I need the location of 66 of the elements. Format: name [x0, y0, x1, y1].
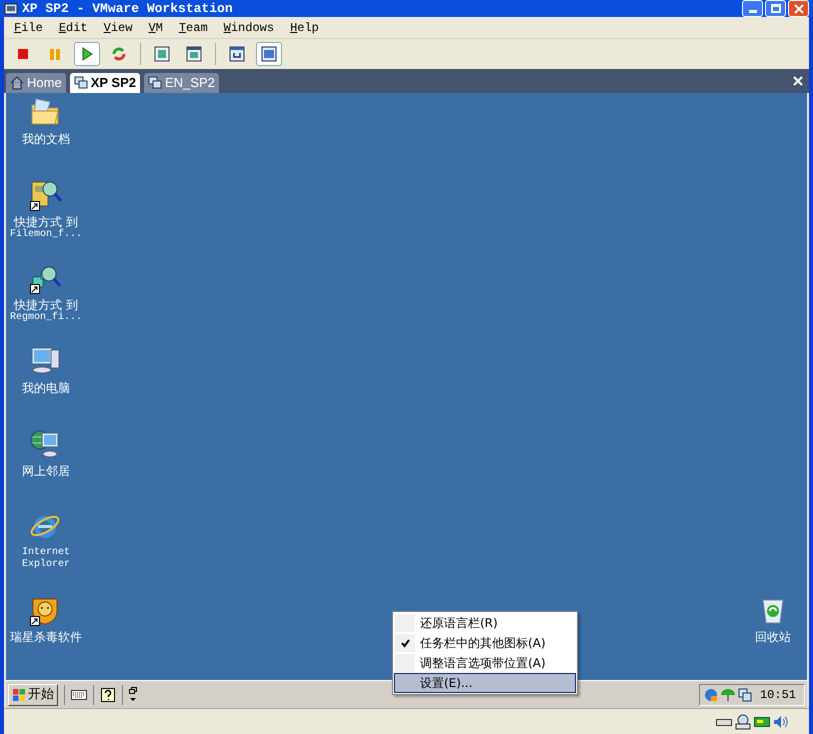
icon-label: 瑞星杀毒软件	[10, 630, 82, 644]
console-icon	[261, 46, 277, 62]
icon-label: 我的电脑	[22, 381, 70, 395]
menu-item[interactable]: 设置(E)...	[394, 673, 576, 693]
tray-icon[interactable]	[738, 688, 752, 702]
window-icon	[186, 46, 202, 62]
desktop-icon[interactable]: 我的电脑	[6, 344, 86, 427]
stop-icon	[15, 46, 31, 62]
window-title: XP SP2 - VMware Workstation	[22, 2, 233, 15]
minimize-button[interactable]	[742, 0, 763, 17]
menu-item[interactable]: 还原语言栏(R)	[394, 613, 576, 633]
cd-drive-icon	[735, 714, 751, 730]
menu-item[interactable]: 任务栏中的其他图标(A)	[394, 633, 576, 653]
close-icon	[794, 4, 804, 14]
icon-label: 快捷方式 到	[14, 215, 78, 229]
tab[interactable]: EN_SP2	[144, 73, 219, 93]
menu-item[interactable]: Help	[290, 18, 319, 36]
close-icon	[793, 76, 803, 86]
recycle-bin[interactable]: 回收站	[755, 595, 791, 646]
menu-item[interactable]: View	[104, 18, 132, 36]
menu-item[interactable]: VM	[148, 18, 163, 36]
maximize-button[interactable]	[765, 0, 786, 17]
desktop-icon[interactable]: 瑞星杀毒软件	[6, 593, 86, 676]
play-button[interactable]	[74, 42, 100, 66]
desktop-icon[interactable]: 我的文档	[6, 95, 86, 178]
tab[interactable]: Home	[6, 73, 66, 93]
console-button[interactable]	[256, 42, 282, 66]
umbrella-icon	[720, 688, 736, 702]
desktop-icon[interactable]: 快捷方式 到 Regmon_fi...	[6, 261, 86, 344]
network-card-icon	[754, 716, 770, 728]
menu-item[interactable]: File	[14, 18, 43, 36]
menu-item[interactable]: Edit	[58, 18, 88, 36]
vm-icon	[74, 76, 88, 90]
vm-icon	[148, 76, 162, 90]
icon-label: 快捷方式 到	[14, 298, 78, 312]
icon-label: Internet	[22, 547, 70, 558]
start-button[interactable]: 开始	[8, 684, 58, 706]
keyboard-icon	[71, 690, 87, 700]
clock: 10:51	[760, 686, 796, 704]
icon-label: Filemon_f...	[10, 229, 82, 241]
vm-app-icon	[4, 2, 18, 16]
menu-item[interactable]: Team	[178, 18, 208, 36]
icon-label: 网上邻居	[22, 464, 70, 478]
icon-label: 回收站	[755, 629, 791, 646]
close-button[interactable]	[788, 0, 809, 17]
menu-item[interactable]: Windows	[224, 18, 274, 36]
tab[interactable]: XP SP2	[70, 73, 140, 93]
pause-icon	[47, 46, 63, 62]
menu-item[interactable]: 调整语言选项带位置(A)	[394, 653, 576, 673]
question-mark-icon	[100, 686, 116, 702]
icon-label: Explorer	[22, 559, 70, 571]
icon-label: Regmon_fi...	[10, 312, 82, 324]
desktop-icon[interactable]: 网上邻居	[6, 427, 86, 510]
windows-flag-icon	[12, 688, 26, 702]
globe-icon	[704, 688, 718, 702]
desktop-icon[interactable]: Internet Explorer	[6, 510, 86, 593]
close-tab-button[interactable]	[791, 74, 805, 88]
tray-icon[interactable]	[720, 688, 736, 702]
fullscreen-icon	[154, 46, 170, 62]
house-icon	[10, 76, 24, 90]
refresh-icon	[111, 46, 127, 62]
restore-dropdown-icon	[129, 686, 137, 702]
speaker-icon	[773, 714, 789, 728]
desktop-icon[interactable]: 快捷方式 到 Filemon_f...	[6, 178, 86, 261]
icon-label: 我的文档	[22, 132, 70, 146]
vm-icon	[738, 688, 752, 702]
